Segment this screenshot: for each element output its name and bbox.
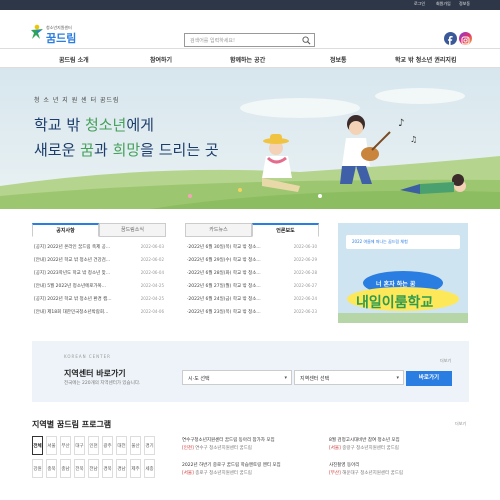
list-item[interactable]: ·2022년 6월 27일(월) 학교 밖 청소... 2022-06-27 xyxy=(185,281,319,293)
site-logo[interactable]: 청소년지원센터 꿈드림 xyxy=(30,24,80,46)
tab-cardnews[interactable]: 카드뉴스 xyxy=(185,223,252,237)
nav-item-info[interactable]: 정보통 xyxy=(330,55,347,64)
province-select[interactable]: 시·도 선택 ▾ xyxy=(182,370,292,385)
hero-headline-2: 새로운 꿈과 희망을 드리는 곳 xyxy=(34,141,219,159)
programs-title: 지역별 꿈드림 프로그램 xyxy=(32,420,112,429)
list-item[interactable]: ·2022년 6월 23일(목) 학교 밖 청소... 2022-06-23 xyxy=(185,307,319,319)
notice-tabs: 공지사항 꿈드림소식 xyxy=(32,223,166,237)
center-description: 전국에는 220개의 지역센터가 있습니다. xyxy=(64,381,141,386)
nav-item-participate[interactable]: 참여하기 xyxy=(150,55,172,64)
chevron-down-icon: ▾ xyxy=(396,375,399,381)
region-tab[interactable]: 경남 xyxy=(116,459,127,478)
list-item[interactable]: ·2022년 6월 28일(화) 학교 밖 청소... 2022-06-28 xyxy=(185,268,319,280)
tab-notice[interactable]: 공지사항 xyxy=(32,223,99,237)
program-item-meta: [서울] 종로구 청소년지원센터 꿈드림 xyxy=(182,471,252,476)
list-item[interactable]: ·2022년 6월 30일(목) 학교 밖 청소... 2022-06-30 xyxy=(185,242,319,254)
list-item[interactable]: [안내] 2022년 학교 밖 청소년 건강검... 2022-06-02 xyxy=(32,255,166,267)
center-more-link[interactable]: 더보기 xyxy=(440,358,451,364)
list-item[interactable]: [안내] 5월 2022년 청소년에로가복... 2022-04-25 xyxy=(32,281,166,293)
center-select[interactable]: 지역센터 선택 ▾ xyxy=(294,370,404,385)
region-tab[interactable]: 대전 xyxy=(116,436,127,455)
top-utility-bar: 로그인 회원가입 정보동 xyxy=(0,0,500,10)
list-item[interactable]: [공지] 2022년 학교 밖 청소년 환경 캠... 2022-04-25 xyxy=(32,294,166,306)
promo-pill-text: 너 혼자 하는 꿈 xyxy=(376,281,416,288)
promo-banner[interactable]: 2022 여름에 떠나는 꿈드림 체험 너 혼자 하는 꿈 내일이룸학교 xyxy=(338,223,468,323)
region-tab[interactable]: 경북 xyxy=(102,459,113,478)
search-box[interactable]: 검색어를 입력하세요! xyxy=(184,33,315,47)
hero-banner: ♪ ♫ 청 소 년 지 원 센 터 꿈드림 학교 밖 청소년에게 새로운 꿈과 … xyxy=(0,68,500,209)
search-icon[interactable] xyxy=(302,36,311,45)
region-tab[interactable]: 세종 xyxy=(144,459,155,478)
program-item-title: 8월 검정고시대비반 참여 청소년 모집 xyxy=(329,438,400,443)
center-finder: KOREAN CENTER 지역센터 바로가기 전국에는 220개의 지역센터가… xyxy=(32,341,469,402)
program-item-title: 사진촬영 동아리 xyxy=(329,463,360,468)
list-item[interactable]: [공지] 2023학년도 학교 밖 청소년 맞... 2022-06-04 xyxy=(32,268,166,280)
region-filter: 전체 서울 부산 대구 인천 광주 대전 울산 경기 강원 충북 충남 전북 전… xyxy=(32,436,162,482)
nav-item-intro[interactable]: 꿈드림 소개 xyxy=(59,55,89,64)
program-item-title: 연수구청소년지원센터 꿈드림 동아리 참가자 모집 xyxy=(182,438,275,443)
info-link[interactable]: 정보동 xyxy=(459,1,470,7)
region-tab[interactable]: 제주 xyxy=(130,459,141,478)
list-item[interactable]: [안내] 제18회 대한민국청소년박람회... 2022-04-06 xyxy=(32,307,166,319)
press-panel: 카드뉴스 언론보도 ·2022년 6월 30일(목) 학교 밖 청소... 202… xyxy=(185,223,319,323)
login-link[interactable]: 로그인 xyxy=(414,1,425,7)
main-nav: 꿈드림 소개 참여하기 함께하는 공간 정보통 학교 밖 청소년 권리지킴 xyxy=(0,48,500,68)
nav-item-rights[interactable]: 학교 밖 청소년 권리지킴 xyxy=(395,55,456,64)
logo-mark-icon xyxy=(31,24,43,39)
program-item[interactable]: 2022년 하반기 중로구 꿈드림 학습멘토링 멘티 모집 [서울] 종로구 청… xyxy=(182,462,281,476)
site-header: 청소년지원센터 꿈드림 검색어를 입력하세요! xyxy=(0,10,500,48)
list-item[interactable]: ·2022년 6월 24일(금) 학교 밖 청소... 2022-06-24 xyxy=(185,294,319,306)
region-tab[interactable]: 광주 xyxy=(102,436,113,455)
signup-link[interactable]: 회원가입 xyxy=(436,1,451,7)
program-item[interactable]: 연수구청소년지원센터 꿈드림 동아리 참가자 모집 [인천] 연수구 청소년지원… xyxy=(182,437,275,451)
region-tab[interactable]: 전북 xyxy=(74,459,85,478)
chevron-down-icon: ▾ xyxy=(284,375,287,381)
province-select-value: 시·도 선택 xyxy=(188,376,210,382)
list-item[interactable]: [공지] 2022년 온라인 꿈드림 축제 공... 2022-06-03 xyxy=(32,242,166,254)
svg-text:♪: ♪ xyxy=(398,118,404,129)
program-item[interactable]: 사진촬영 동아리 [부산] 해운대구 청소년지원센터 꿈드림 xyxy=(329,462,403,476)
facebook-icon[interactable] xyxy=(444,32,457,45)
tab-press[interactable]: 언론보도 xyxy=(252,223,319,237)
program-item[interactable]: 8월 검정고시대비반 참여 청소년 모집 [서울] 중랑구 청소년지원센터 꿈드… xyxy=(329,437,400,451)
hero-subtitle: 청 소 년 지 원 센 터 꿈드림 xyxy=(34,97,120,104)
region-tab[interactable]: 충남 xyxy=(60,459,71,478)
programs-more-link[interactable]: 더보기 xyxy=(455,421,466,427)
promo-title: 내일이룸학교 xyxy=(356,295,434,311)
center-eng-label: KOREAN CENTER xyxy=(64,354,111,359)
center-select-value: 지역센터 선택 xyxy=(300,376,330,382)
program-item-title: 2022년 하반기 중로구 꿈드림 학습멘토링 멘티 모집 xyxy=(182,463,281,468)
logo-title: 꿈드림 xyxy=(46,32,77,45)
region-tab[interactable]: 강원 xyxy=(32,459,43,478)
region-tab[interactable]: 충북 xyxy=(46,459,57,478)
center-title: 지역센터 바로가기 xyxy=(64,369,126,378)
region-tab[interactable]: 부산 xyxy=(60,436,71,455)
tab-news[interactable]: 꿈드림소식 xyxy=(99,223,166,237)
region-tab[interactable]: 울산 xyxy=(130,436,141,455)
region-tab[interactable]: 전체 xyxy=(32,436,43,455)
region-tab[interactable]: 경기 xyxy=(144,436,155,455)
nav-item-space[interactable]: 함께하는 공간 xyxy=(230,55,265,64)
list-item[interactable]: ·2022년 6월 29일(수) 학교 밖 청소... 2022-06-29 xyxy=(185,255,319,267)
promo-top-text: 2022 여름에 떠나는 꿈드림 체험 xyxy=(352,239,408,244)
region-tab[interactable]: 인천 xyxy=(88,436,99,455)
hero-headline-1: 학교 밖 청소년에게 xyxy=(34,116,154,134)
svg-text:♫: ♫ xyxy=(410,135,417,144)
region-tab[interactable]: 서울 xyxy=(46,436,57,455)
go-button[interactable]: 바로가기 xyxy=(406,371,452,386)
program-item-meta: [부산] 해운대구 청소년지원센터 꿈드림 xyxy=(329,471,404,476)
region-tab[interactable]: 전남 xyxy=(88,459,99,478)
program-item-meta: [인천] 연수구 청소년지원센터 꿈드림 xyxy=(182,446,252,451)
instagram-icon[interactable] xyxy=(459,32,472,45)
region-tab[interactable]: 대구 xyxy=(74,436,85,455)
notice-panel: 공지사항 꿈드림소식 [공지] 2022년 온라인 꿈드림 축제 공... 202… xyxy=(32,223,166,323)
program-item-meta: [서울] 중랑구 청소년지원센터 꿈드림 xyxy=(329,446,399,451)
press-tabs: 카드뉴스 언론보도 xyxy=(185,223,319,237)
search-input[interactable]: 검색어를 입력하세요! xyxy=(190,37,235,44)
